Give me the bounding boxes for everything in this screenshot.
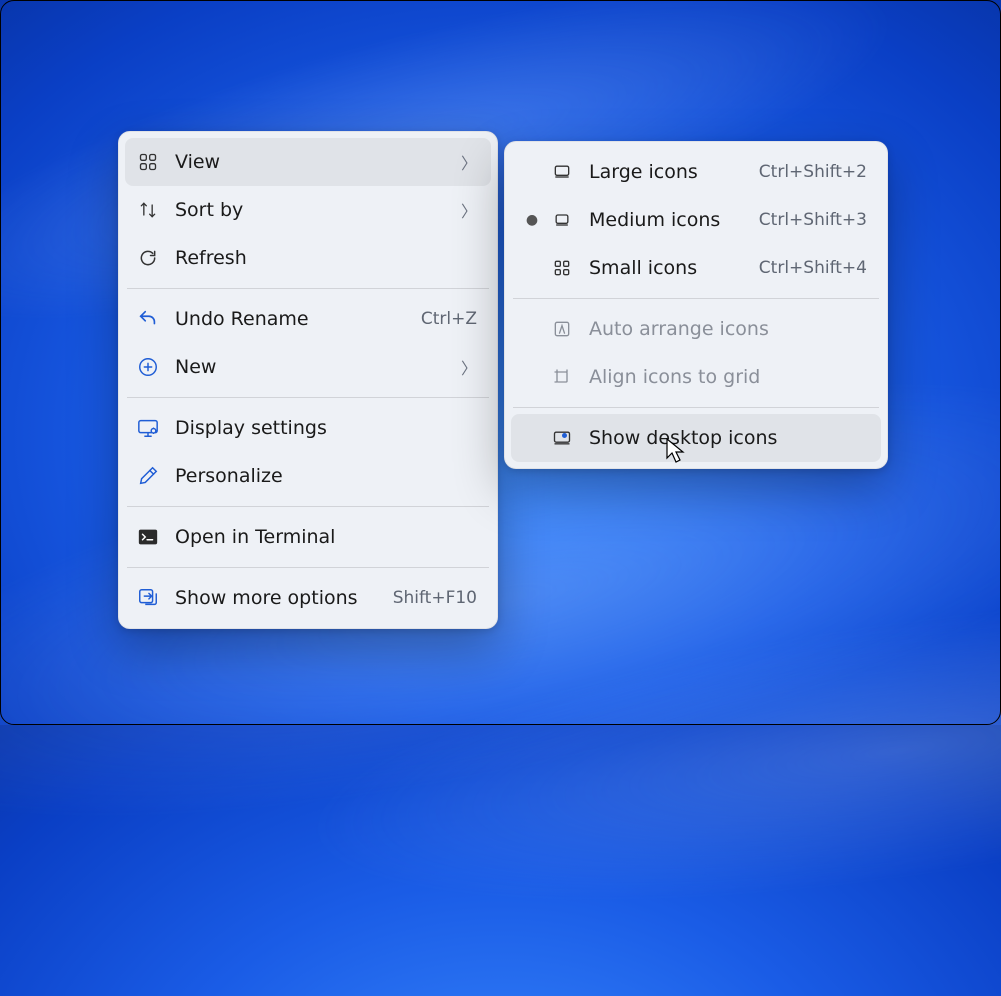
menu-separator xyxy=(513,298,879,299)
submenu-item-small-icons[interactable]: Small icons Ctrl+Shift+4 xyxy=(511,244,881,292)
menu-item-label: Undo Rename xyxy=(175,308,411,330)
menu-separator xyxy=(127,567,489,568)
view-submenu: Large icons Ctrl+Shift+2 ● Medium icons … xyxy=(504,141,888,469)
menu-item-label: Align icons to grid xyxy=(589,366,867,388)
refresh-icon xyxy=(135,245,161,271)
submenu-item-auto-arrange[interactable]: Auto arrange icons xyxy=(511,305,881,353)
menu-item-label: Open in Terminal xyxy=(175,526,477,548)
menu-item-label: Sort by xyxy=(175,199,451,221)
submenu-item-align-to-grid[interactable]: Align icons to grid xyxy=(511,353,881,401)
show-more-icon xyxy=(135,585,161,611)
menu-item-sort-by[interactable]: Sort by 〉 xyxy=(125,186,491,234)
menu-item-accelerator: Ctrl+Shift+2 xyxy=(759,162,867,182)
large-icons-icon xyxy=(549,159,575,185)
menu-item-display-settings[interactable]: Display settings xyxy=(125,404,491,452)
menu-item-label: Display settings xyxy=(175,417,477,439)
medium-icons-icon xyxy=(549,207,575,233)
display-settings-icon xyxy=(135,415,161,441)
menu-item-show-more-options[interactable]: Show more options Shift+F10 xyxy=(125,574,491,622)
menu-item-label: View xyxy=(175,151,451,173)
menu-item-label: Show desktop icons xyxy=(589,427,867,449)
menu-item-accelerator: Ctrl+Z xyxy=(421,309,477,329)
radio-mark-selected: ● xyxy=(521,212,543,228)
submenu-item-show-desktop-icons[interactable]: Show desktop icons xyxy=(511,414,881,462)
sort-icon xyxy=(135,197,161,223)
menu-separator xyxy=(127,397,489,398)
menu-item-accelerator: Shift+F10 xyxy=(393,588,477,608)
menu-item-label: Show more options xyxy=(175,587,383,609)
small-icons-icon xyxy=(549,255,575,281)
submenu-item-medium-icons[interactable]: ● Medium icons Ctrl+Shift+3 xyxy=(511,196,881,244)
chevron-right-icon: 〉 xyxy=(461,150,477,174)
terminal-icon xyxy=(135,524,161,550)
chevron-right-icon: 〉 xyxy=(461,198,477,222)
menu-item-view[interactable]: View 〉 xyxy=(125,138,491,186)
menu-item-label: Personalize xyxy=(175,465,477,487)
chevron-right-icon: 〉 xyxy=(461,355,477,379)
menu-item-accelerator: Ctrl+Shift+3 xyxy=(759,210,867,230)
view-grid-icon xyxy=(135,149,161,175)
menu-item-label: Medium icons xyxy=(589,209,749,231)
menu-item-label: Small icons xyxy=(589,257,749,279)
auto-arrange-icon xyxy=(549,316,575,342)
plus-circle-icon xyxy=(135,354,161,380)
menu-item-label: Large icons xyxy=(589,161,749,183)
desktop-icons-icon xyxy=(549,425,575,451)
menu-item-label: Refresh xyxy=(175,247,477,269)
paintbrush-icon xyxy=(135,463,161,489)
menu-item-open-terminal[interactable]: Open in Terminal xyxy=(125,513,491,561)
menu-separator xyxy=(127,288,489,289)
undo-icon xyxy=(135,306,161,332)
menu-item-refresh[interactable]: Refresh xyxy=(125,234,491,282)
menu-item-undo-rename[interactable]: Undo Rename Ctrl+Z xyxy=(125,295,491,343)
desktop-context-menu: View 〉 Sort by 〉 Refresh Undo Rename Ctr… xyxy=(118,131,498,629)
submenu-item-large-icons[interactable]: Large icons Ctrl+Shift+2 xyxy=(511,148,881,196)
menu-item-label: Auto arrange icons xyxy=(589,318,867,340)
menu-separator xyxy=(513,407,879,408)
menu-item-accelerator: Ctrl+Shift+4 xyxy=(759,258,867,278)
align-grid-icon xyxy=(549,364,575,390)
menu-item-label: New xyxy=(175,356,451,378)
menu-item-new[interactable]: New 〉 xyxy=(125,343,491,391)
menu-item-personalize[interactable]: Personalize xyxy=(125,452,491,500)
menu-separator xyxy=(127,506,489,507)
